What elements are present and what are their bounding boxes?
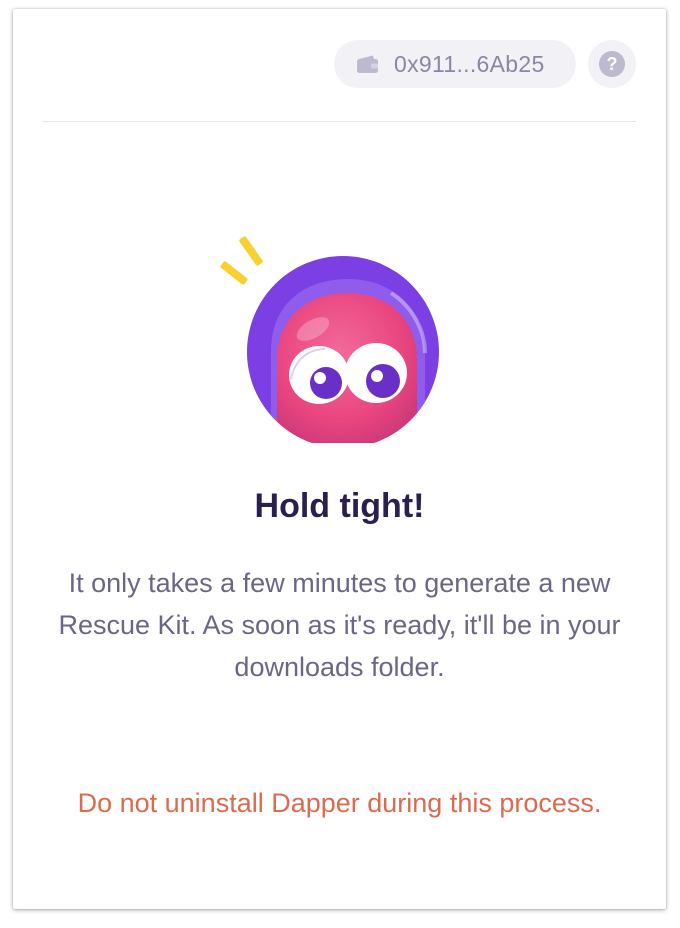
wallet-address-button[interactable]: 0x911...6Ab25 — [334, 40, 576, 88]
help-button[interactable]: ? — [588, 40, 636, 88]
help-icon: ? — [599, 51, 625, 77]
status-message: It only takes a few minutes to generate … — [58, 568, 621, 682]
header: 0x911...6Ab25 ? — [43, 9, 636, 122]
sparkle-mark — [220, 261, 248, 285]
sparkle-mark — [239, 236, 263, 266]
wallet-icon — [356, 54, 380, 74]
app-window: 0x911...6Ab25 ? Hold tight! It only take… — [13, 9, 666, 909]
wallet-address: 0x911...6Ab25 — [394, 50, 545, 77]
warning-message: Do not uninstall Dapper during this proc… — [77, 788, 602, 818]
mascot-illustration — [213, 231, 443, 448]
page-title: Hold tight! — [254, 487, 425, 525]
